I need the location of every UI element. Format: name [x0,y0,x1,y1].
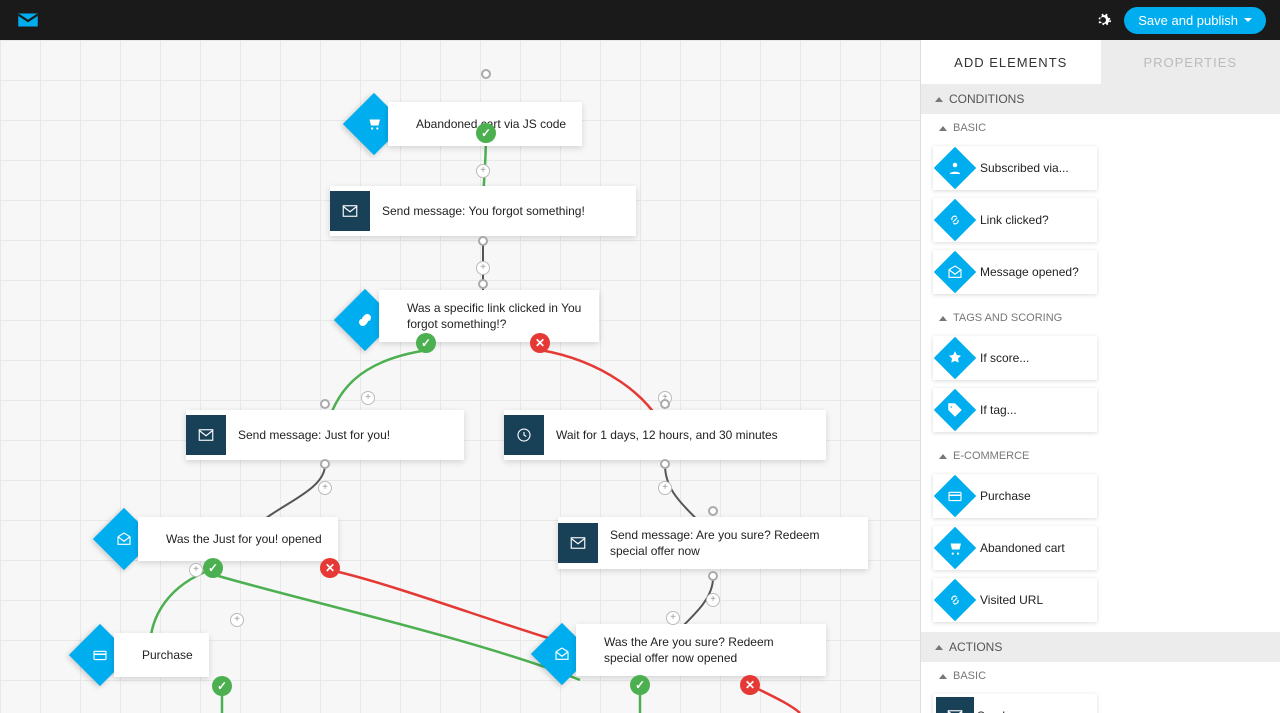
yes-badge: ✓ [476,123,496,143]
cond-if-tag[interactable]: If tag... [933,388,1097,432]
logo-icon [14,9,42,31]
cond-link-clicked[interactable]: Link clicked? [933,198,1097,242]
add-connector[interactable]: + [189,563,203,577]
chevron-up-icon [935,97,943,102]
node-label: Wait for 1 days, 12 hours, and 30 minute… [544,417,794,453]
topbar: Save and publish [0,0,1280,40]
add-connector[interactable]: + [706,593,720,607]
chevron-up-icon [939,674,947,679]
no-badge: ✕ [320,558,340,578]
chevron-up-icon [939,316,947,321]
cond-visited-url[interactable]: Visited URL [933,578,1097,622]
cond-message-opened[interactable]: Message opened? [933,250,1097,294]
yes-badge: ✓ [630,675,650,695]
chevron-up-icon [935,645,943,650]
yes-badge: ✓ [416,333,436,353]
add-connector[interactable]: + [361,391,375,405]
node-areyousure-opened[interactable]: Was the Are you sure? Redeem special off… [576,624,826,676]
node-send-forgot[interactable]: Send message: You forgot something! [330,186,636,236]
panel-tabs: ADD ELEMENTS PROPERTIES [921,40,1280,84]
node-wait[interactable]: Wait for 1 days, 12 hours, and 30 minute… [504,410,826,460]
node-label: Was the Just for you! opened [166,531,322,547]
add-connector[interactable]: + [476,164,490,178]
node-send-just-for-you[interactable]: Send message: Just for you! [186,410,464,460]
subsection-actions-basic[interactable]: BASIC [921,662,1280,690]
yes-badge: ✓ [203,558,223,578]
add-connector[interactable]: + [230,613,244,627]
connector-dot[interactable] [478,279,488,289]
node-send-are-you-sure[interactable]: Send message: Are you sure? Redeem speci… [558,517,868,569]
chevron-up-icon [939,126,947,131]
node-purchase[interactable]: Purchase [114,633,209,677]
yes-badge: ✓ [212,676,232,696]
mail-icon [330,191,370,231]
tab-properties[interactable]: PROPERTIES [1101,40,1280,84]
connector-dot[interactable] [660,459,670,469]
node-label: Purchase [142,647,193,663]
node-label: Send message: Are you sure? Redeem speci… [598,517,858,569]
connector-dot[interactable] [660,399,670,409]
section-conditions[interactable]: CONDITIONS [921,84,1280,114]
connector-dot[interactable] [708,571,718,581]
tag-icon [934,389,976,431]
save-and-publish-button[interactable]: Save and publish [1124,7,1266,34]
settings-icon[interactable] [1094,11,1112,29]
subsection-basic[interactable]: BASIC [921,114,1280,142]
node-label: Send message: Just for you! [226,417,406,453]
caret-down-icon [1244,18,1252,22]
cond-abandoned-cart[interactable]: Abandoned cart [933,526,1097,570]
no-badge: ✕ [740,675,760,695]
tab-add-elements[interactable]: ADD ELEMENTS [921,40,1101,84]
connector-dot[interactable] [320,399,330,409]
link-icon [934,579,976,621]
chevron-up-icon [939,454,947,459]
right-panel: ADD ELEMENTS PROPERTIES CONDITIONS BASIC… [920,40,1280,713]
cond-if-score[interactable]: If score... [933,336,1097,380]
connector-dot[interactable] [478,236,488,246]
no-badge: ✕ [530,333,550,353]
mail-icon [558,523,598,563]
node-label: Was the Are you sure? Redeem special off… [604,634,810,666]
cart-icon [934,527,976,569]
subsection-ecommerce[interactable]: E-COMMERCE [921,442,1280,470]
add-connector[interactable]: + [666,611,680,625]
mail-icon [186,415,226,455]
wallet-icon [934,475,976,517]
add-connector[interactable]: + [658,481,672,495]
save-label: Save and publish [1138,13,1238,28]
node-justforyou-opened[interactable]: Was the Just for you! opened [138,517,338,561]
subsection-tags-scoring[interactable]: TAGS AND SCORING [921,304,1280,332]
node-label: Was a specific link clicked in You forgo… [407,300,583,332]
workflow-canvas[interactable]: Abandoned cart via JS code ✓ Send messag… [0,40,920,713]
add-connector[interactable]: + [318,481,332,495]
node-link-clicked[interactable]: Was a specific link clicked in You forgo… [379,290,599,342]
connector-dot[interactable] [481,69,491,79]
clock-icon [504,415,544,455]
act-send-message[interactable]: Send message [933,694,1097,713]
open-mail-icon [934,251,976,293]
connector-dot[interactable] [708,506,718,516]
user-icon [934,147,976,189]
star-icon [934,337,976,379]
link-icon [934,199,976,241]
add-connector[interactable]: + [476,261,490,275]
cond-subscribed-via[interactable]: Subscribed via... [933,146,1097,190]
section-actions[interactable]: ACTIONS [921,632,1280,662]
mail-icon [936,697,974,713]
connector-dot[interactable] [320,459,330,469]
cond-purchase[interactable]: Purchase [933,474,1097,518]
node-label: Send message: You forgot something! [370,193,601,229]
